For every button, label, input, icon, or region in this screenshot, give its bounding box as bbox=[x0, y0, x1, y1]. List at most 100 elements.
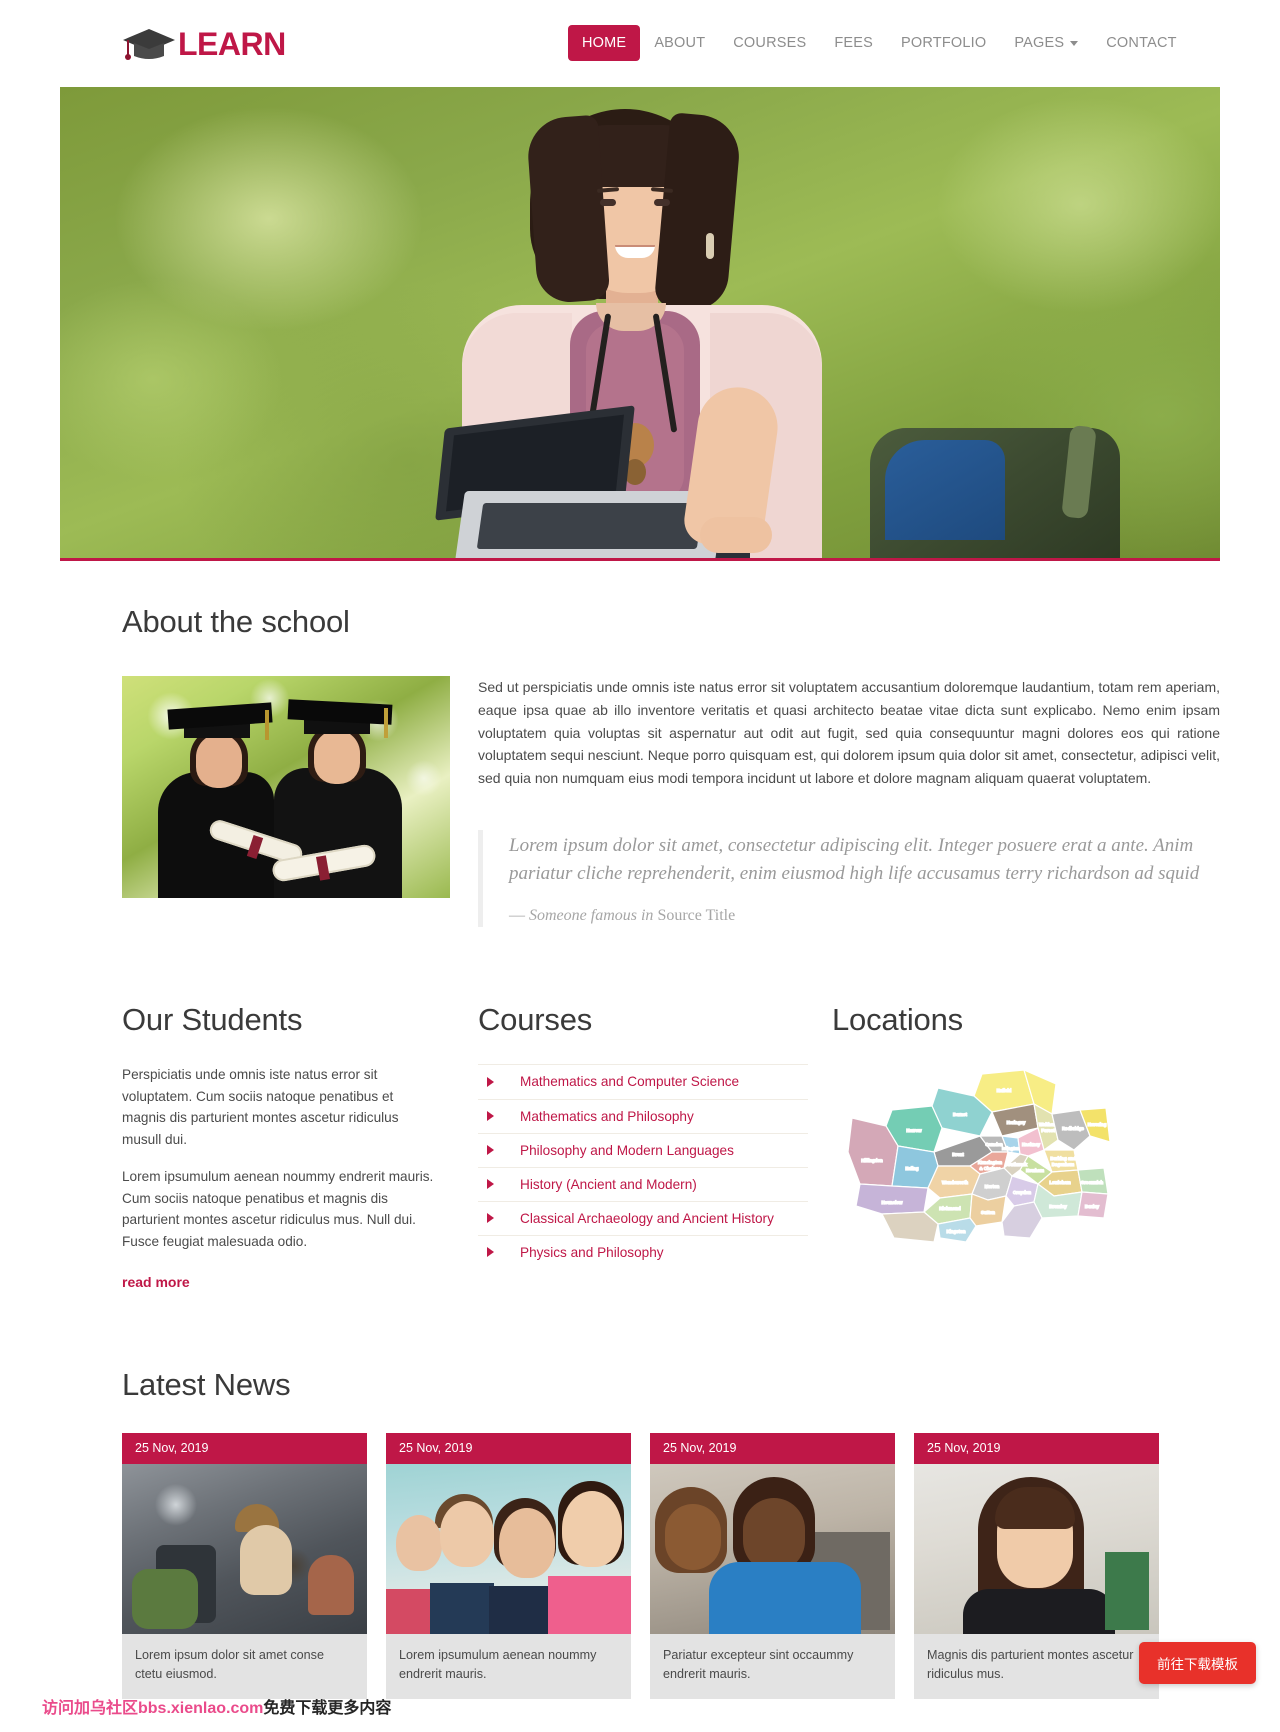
news-card[interactable]: 25 Nov, 2019 Magnis dis parturient monte… bbox=[914, 1433, 1159, 1700]
nav-item-home[interactable]: HOME bbox=[568, 25, 641, 61]
svg-text:Islington: Islington bbox=[1002, 1146, 1021, 1151]
blockquote-source: Source Title bbox=[657, 907, 736, 925]
news-thumbnail[interactable] bbox=[650, 1463, 895, 1634]
svg-text:Newham: Newham bbox=[1026, 1168, 1044, 1173]
news-thumbnail[interactable] bbox=[914, 1463, 1159, 1634]
svg-text:Kensington: Kensington bbox=[978, 1160, 1002, 1165]
blockquote-joiner: in bbox=[640, 907, 654, 925]
blockquote-attribution: — Someone famous in Source Title bbox=[509, 907, 1220, 925]
site-header: LEARN HOME ABOUT COURSES FEES PORTFOLIO … bbox=[0, 0, 1280, 87]
svg-text:Southwark: Southwark bbox=[1005, 1162, 1028, 1167]
nav-item-fees[interactable]: FEES bbox=[820, 25, 887, 61]
read-more-link[interactable]: read more bbox=[122, 1274, 190, 1290]
svg-text:Forest: Forest bbox=[1041, 1128, 1055, 1133]
brand-name: LEARN bbox=[178, 25, 286, 62]
hero-backpack-blue bbox=[885, 440, 1005, 540]
news-thumbnail[interactable] bbox=[386, 1463, 631, 1634]
about-graduates-image bbox=[122, 676, 450, 899]
svg-text:Sutton: Sutton bbox=[981, 1210, 995, 1215]
news-date: 25 Nov, 2019 bbox=[122, 1433, 367, 1464]
nav-item-portfolio[interactable]: PORTFOLIO bbox=[887, 25, 1000, 61]
hero-student-illustration bbox=[410, 87, 870, 558]
svg-text:Harrow: Harrow bbox=[906, 1128, 922, 1133]
watermark-url: 访问加乌社区bbs.xienlao.com bbox=[42, 1700, 264, 1717]
triangle-bullet-icon bbox=[487, 1111, 494, 1122]
svg-text:Hillingdon: Hillingdon bbox=[861, 1158, 883, 1163]
main-nav: HOME ABOUT COURSES FEES PORTFOLIO PAGES … bbox=[568, 25, 1191, 61]
course-list: Mathematics and Computer Science Mathema… bbox=[478, 1064, 808, 1269]
course-list-item[interactable]: Mathematics and Philosophy bbox=[478, 1098, 808, 1133]
triangle-bullet-icon bbox=[487, 1213, 494, 1224]
column-locations: Locations Enfield Barnet Harrow Hillingd… bbox=[832, 1001, 1162, 1292]
triangle-bullet-icon bbox=[487, 1179, 494, 1190]
courses-title: Courses bbox=[478, 1002, 593, 1038]
nav-label-contact: CONTACT bbox=[1106, 35, 1177, 51]
graduation-cap-icon bbox=[122, 26, 176, 62]
triangle-bullet-icon bbox=[487, 1145, 494, 1156]
course-link[interactable]: Philosophy and Modern Languages bbox=[520, 1141, 734, 1160]
triangle-bullet-icon bbox=[487, 1077, 494, 1087]
svg-text:Richmond: Richmond bbox=[939, 1206, 961, 1211]
download-template-button[interactable]: 前往下载模板 bbox=[1139, 1642, 1256, 1684]
svg-text:Croydon: Croydon bbox=[1013, 1190, 1031, 1195]
blockquote-text: Lorem ipsum dolor sit amet, consectetur … bbox=[509, 834, 1200, 885]
nav-label-courses: COURSES bbox=[733, 35, 807, 51]
course-link[interactable]: Mathematics and Computer Science bbox=[520, 1072, 739, 1091]
news-card[interactable]: 25 Nov, 2019 Lorem ipsum dolor sit amet … bbox=[122, 1433, 367, 1700]
course-list-item[interactable]: Classical Archaeology and Ancient Histor… bbox=[478, 1200, 808, 1235]
svg-text:Bexley: Bexley bbox=[1085, 1204, 1100, 1209]
course-link[interactable]: History (Ancient and Modern) bbox=[520, 1175, 697, 1194]
course-list-item[interactable]: History (Ancient and Modern) bbox=[478, 1166, 808, 1201]
nav-label-home: HOME bbox=[582, 35, 627, 51]
course-link[interactable]: Mathematics and Philosophy bbox=[520, 1107, 694, 1126]
svg-text:Bromley: Bromley bbox=[1049, 1204, 1067, 1209]
about-blockquote: Lorem ipsum dolor sit amet, consectetur … bbox=[478, 829, 1220, 928]
svg-text:Lewisham: Lewisham bbox=[1049, 1180, 1070, 1185]
about-section: About the school Sed ut perspiciatis und… bbox=[60, 561, 1220, 928]
hero-banner bbox=[60, 87, 1220, 561]
locations-title: Locations bbox=[832, 1002, 963, 1038]
svg-text:Ealing: Ealing bbox=[905, 1166, 918, 1171]
course-list-item[interactable]: Mathematics and Computer Science bbox=[478, 1064, 808, 1098]
course-list-item[interactable]: Physics and Philosophy bbox=[478, 1234, 808, 1270]
svg-text:Haringey: Haringey bbox=[1007, 1120, 1026, 1125]
svg-text:Hackney: Hackney bbox=[1022, 1142, 1041, 1147]
nav-label-about: ABOUT bbox=[654, 35, 706, 51]
column-courses: Courses Mathematics and Computer Science… bbox=[478, 1001, 808, 1292]
students-title: Our Students bbox=[122, 1002, 303, 1038]
brand-logo[interactable]: LEARN bbox=[122, 26, 286, 62]
chevron-down-icon bbox=[1070, 40, 1079, 46]
svg-text:Hounslow: Hounslow bbox=[882, 1200, 904, 1205]
svg-text:Greenwich: Greenwich bbox=[1081, 1180, 1104, 1185]
nav-item-about[interactable]: ABOUT bbox=[640, 25, 719, 61]
svg-text:Camden: Camden bbox=[985, 1142, 1003, 1147]
svg-text:Kingston: Kingston bbox=[946, 1229, 965, 1234]
blockquote-author: Someone famous bbox=[529, 907, 637, 925]
three-column-section: Our Students Perspiciatis unde omnis ist… bbox=[122, 1001, 1162, 1292]
course-list-item[interactable]: Philosophy and Modern Languages bbox=[478, 1132, 808, 1167]
svg-text:Merton: Merton bbox=[985, 1184, 1000, 1189]
news-card[interactable]: 25 Nov, 2019 Pariatur excepteur sint occ… bbox=[650, 1433, 895, 1700]
news-date: 25 Nov, 2019 bbox=[650, 1433, 895, 1464]
about-paragraph: Sed ut perspiciatis unde omnis iste natu… bbox=[478, 679, 1220, 786]
news-caption: Lorem ipsum dolor sit amet conse ctetu e… bbox=[122, 1633, 367, 1700]
triangle-bullet-icon bbox=[487, 1247, 494, 1258]
london-boroughs-map[interactable]: Enfield Barnet Harrow Hillingdon Haringe… bbox=[842, 1066, 1112, 1256]
course-link[interactable]: Classical Archaeology and Ancient Histor… bbox=[520, 1209, 774, 1228]
news-date: 25 Nov, 2019 bbox=[386, 1433, 631, 1464]
svg-text:Wandsworth: Wandsworth bbox=[942, 1180, 968, 1185]
news-caption: Lorem ipsumulum aenean noummy endrerit m… bbox=[386, 1633, 631, 1700]
news-caption: Magnis dis parturient montes ascetur rid… bbox=[914, 1633, 1159, 1700]
students-paragraph-2: Lorem ipsumulum aenean noummy endrerit m… bbox=[122, 1169, 434, 1249]
nav-item-pages[interactable]: PAGES bbox=[1000, 25, 1092, 61]
svg-text:Havering: Havering bbox=[1088, 1122, 1107, 1127]
nav-label-fees: FEES bbox=[834, 35, 874, 51]
course-link[interactable]: Physics and Philosophy bbox=[520, 1243, 664, 1262]
nav-item-courses[interactable]: COURSES bbox=[719, 25, 820, 61]
news-card[interactable]: 25 Nov, 2019 Lorem ipsumulum aenean noum… bbox=[386, 1433, 631, 1700]
news-thumbnail[interactable] bbox=[122, 1463, 367, 1634]
nav-item-contact[interactable]: CONTACT bbox=[1092, 25, 1190, 61]
watermark-tagline: 免费下载更多内容 bbox=[263, 1700, 392, 1717]
site-watermark: 访问加乌社区bbs.xienlao.com免费下载更多内容 bbox=[42, 1694, 391, 1718]
svg-text:Barking and: Barking and bbox=[1050, 1156, 1076, 1161]
